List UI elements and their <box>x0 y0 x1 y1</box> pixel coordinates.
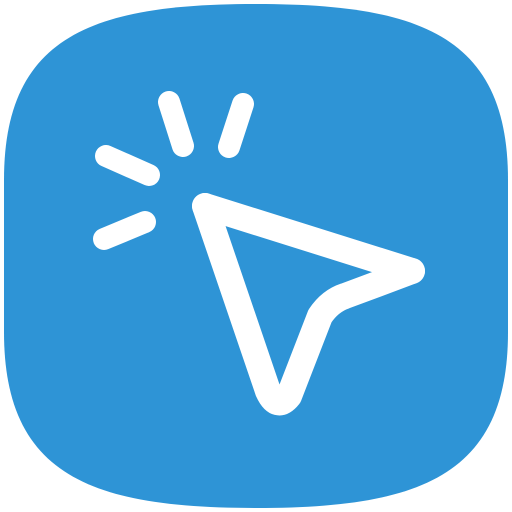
burst-line-bottom-left <box>93 211 156 250</box>
burst-line-top-left <box>158 91 194 157</box>
icon-background <box>4 4 508 508</box>
click-cursor-icon <box>4 4 508 508</box>
app-icon <box>0 0 512 512</box>
burst-line-top-right <box>218 93 254 158</box>
